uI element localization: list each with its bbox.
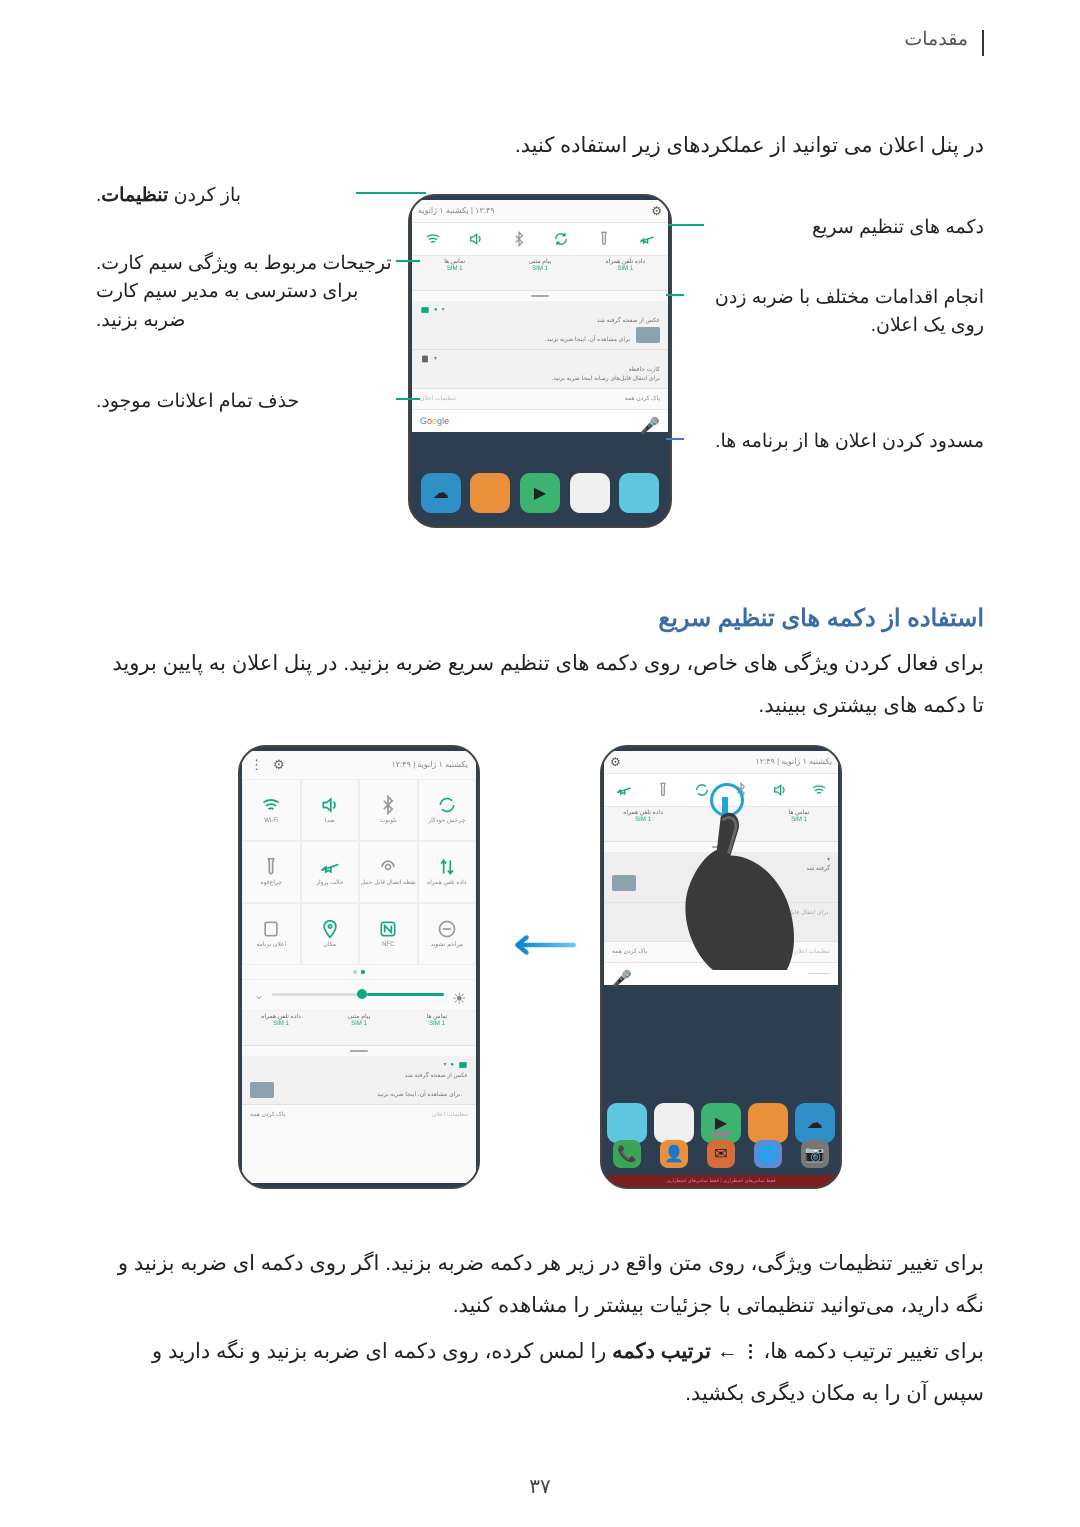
gear-icon[interactable]: ⚙ [273,757,285,773]
phone-expanded: ⋮ ⚙ ۱۲:۴۹ | یکشنبه ۱ ژانویه Wi-Fi صدا بلو… [238,745,480,1189]
notification-item[interactable]: ▾ کارت حافظه برای انتقال فایل‌های رسانه … [412,350,668,389]
page-number: ۳۷ [529,1474,550,1499]
touch-indicator [710,783,744,817]
notification-panel: ⚙ ۱۲:۴۹ | یکشنبه ۱ ژانویه داده تلفن همرا… [412,200,668,432]
app-icon[interactable] [619,473,659,513]
callout-clear-all: حذف تمام اعلانات موجود. [96,388,396,417]
order-para: برای تغییر ترتیب دکمه ها، ← ترتیب دکمه ر… [96,1331,984,1415]
gear-icon[interactable]: ⚙ [651,204,662,218]
qs-read[interactable]: اعلان برنامه [242,903,301,965]
qs-dnd[interactable]: مزاحم نشوید [418,903,477,965]
app-icon[interactable] [570,473,610,513]
feature-para: برای تغییر تنظیمات ویژگی، روی متن واقع د… [96,1243,984,1327]
callout-open-settings: باز کردن تنظیمات. [96,182,356,211]
notif-settings-link[interactable]: تنظیمات اعلان [420,395,456,402]
rotate-icon[interactable] [693,781,711,799]
more-icon[interactable]: ⋮ [250,757,263,773]
app-icon[interactable]: ▶ [520,473,560,513]
clear-row[interactable]: پاک کردن همه تنظیمات اعلان [412,389,668,409]
chevron-down-icon[interactable]: ⌄ [254,988,264,1002]
messages-icon[interactable]: ✉ [707,1140,735,1168]
qs-airplane[interactable]: حالت پرواز [301,841,360,903]
section-heading: استفاده از دکمه های تنظیم سریع [96,604,984,633]
app-icon[interactable]: ☁ [421,473,461,513]
brightness-icon: ☀ [452,989,464,1001]
gear-icon[interactable]: ⚙ [610,755,621,769]
emergency-bar: فقط تماس‌های اضطراری | فقط تماس‌های اضطر… [604,1175,838,1187]
brightness-slider[interactable]: ⌄ ☀ [242,979,476,1011]
wifi-icon[interactable] [424,230,442,248]
notification-item[interactable]: ▾● عکس از صفحه گرفته شد برای مشاهده آن، … [412,301,668,350]
qs-wifi[interactable]: Wi-Fi [242,779,301,841]
qs-nfc[interactable]: NFC [359,903,418,965]
callout-notif-action: انجام اقدامات مختلف با ضربه زدن روی یک ا… [684,284,984,341]
bluetooth-icon[interactable] [510,230,528,248]
qs-flashlight[interactable]: چراغ‌قوه [242,841,301,903]
drag-handle[interactable] [412,291,668,301]
flashlight-icon[interactable] [595,230,613,248]
figure-expand-gesture: ⋮ ⚙ ۱۲:۴۹ | یکشنبه ۱ ژانویه Wi-Fi صدا بلو… [96,745,984,1215]
quick-settings-row[interactable] [412,222,668,256]
qs-sound[interactable]: صدا [301,779,360,841]
panel-time: ۱۲:۴۹ | یکشنبه ۱ ژانویه [391,760,468,769]
wifi-icon[interactable] [810,781,828,799]
clear-row[interactable]: پاک کردن همه تنظیمات اعلان [242,1105,476,1125]
intro-text: در پنل اعلان می توانید از عملکردهای زیر … [96,126,984,166]
contacts-icon[interactable]: 👤 [660,1140,688,1168]
app-icon[interactable] [470,473,510,513]
callout-sim-prefs: ترجیحات مربوط به ویژگی سیم کارت. برای دس… [96,250,396,336]
qs-location[interactable]: مکان [301,903,360,965]
arrow-icon [500,930,580,960]
rotate-icon[interactable] [552,230,570,248]
screenshot-thumb-icon [636,327,660,343]
app-row: ▶ ☁ [412,466,668,520]
qs-rotate[interactable]: چرخش خودکار [418,779,477,841]
qs-bluetooth[interactable]: بلوتوث [359,779,418,841]
sound-icon[interactable] [771,781,789,799]
phone-mockup: ⚙ ۱۲:۴۹ | یکشنبه ۱ ژانویه داده تلفن همرا… [408,194,672,528]
clear-all-button[interactable]: پاک کردن همه [625,395,660,402]
more-icon [744,1343,758,1361]
flashlight-icon[interactable] [654,781,672,799]
callout-block-apps: مسدود کردن اعلان ها از برنامه ها. [684,428,984,457]
page-header: مقدمات [96,30,984,56]
section-para: برای فعال کردن ویژگی های خاص، روی دکمه ه… [96,643,984,727]
phone-icon[interactable]: 📞 [613,1140,641,1168]
callout-quick-buttons: دکمه های تنظیم سریع [704,214,984,243]
sound-icon[interactable] [467,230,485,248]
sim-row[interactable]: داده تلفن همراهSIM 1 پیام متنیSIM 1 تماس… [242,1011,476,1046]
figure-panel-callouts: ⚙ ۱۲:۴۹ | یکشنبه ۱ ژانویه داده تلفن همرا… [96,184,984,554]
page-dots [242,965,476,979]
browser-icon[interactable]: 🌐 [754,1140,782,1168]
airplane-icon[interactable] [638,230,656,248]
phone-shade: ⚙ ۱۲:۴۹ | یکشنبه ۱ ژانویه داده تلفن همرا… [600,745,842,1189]
panel-time: ۱۲:۴۹ | یکشنبه ۱ ژانویه [418,206,495,215]
notification-item[interactable]: ▾● عکس از صفحه گرفته شد برای مشاهده آن، … [242,1056,476,1105]
qs-hotspot[interactable]: نقطه اتصال قابل حمل [359,841,418,903]
notification-item[interactable]: ▾ گرفته شد [604,852,838,903]
google-logo: Google [420,416,449,426]
sim-row[interactable]: داده تلفن همراهSIM 1 پیام متنیSIM 1 تماس… [412,256,668,291]
qs-mobiledata[interactable]: داده تلفن همراه [418,841,477,903]
google-bar[interactable]: 🎤 Google [412,409,668,432]
mic-icon[interactable]: 🎤 [650,416,660,426]
camera-icon[interactable]: 📷 [801,1140,829,1168]
panel-time: ۱۲:۴۹ | یکشنبه ۱ ژانویه [755,757,832,766]
airplane-icon[interactable] [615,781,633,799]
quick-settings-grid: Wi-Fi صدا بلوتوث چرخش خودکار چراغ‌قوه حا… [242,779,476,965]
